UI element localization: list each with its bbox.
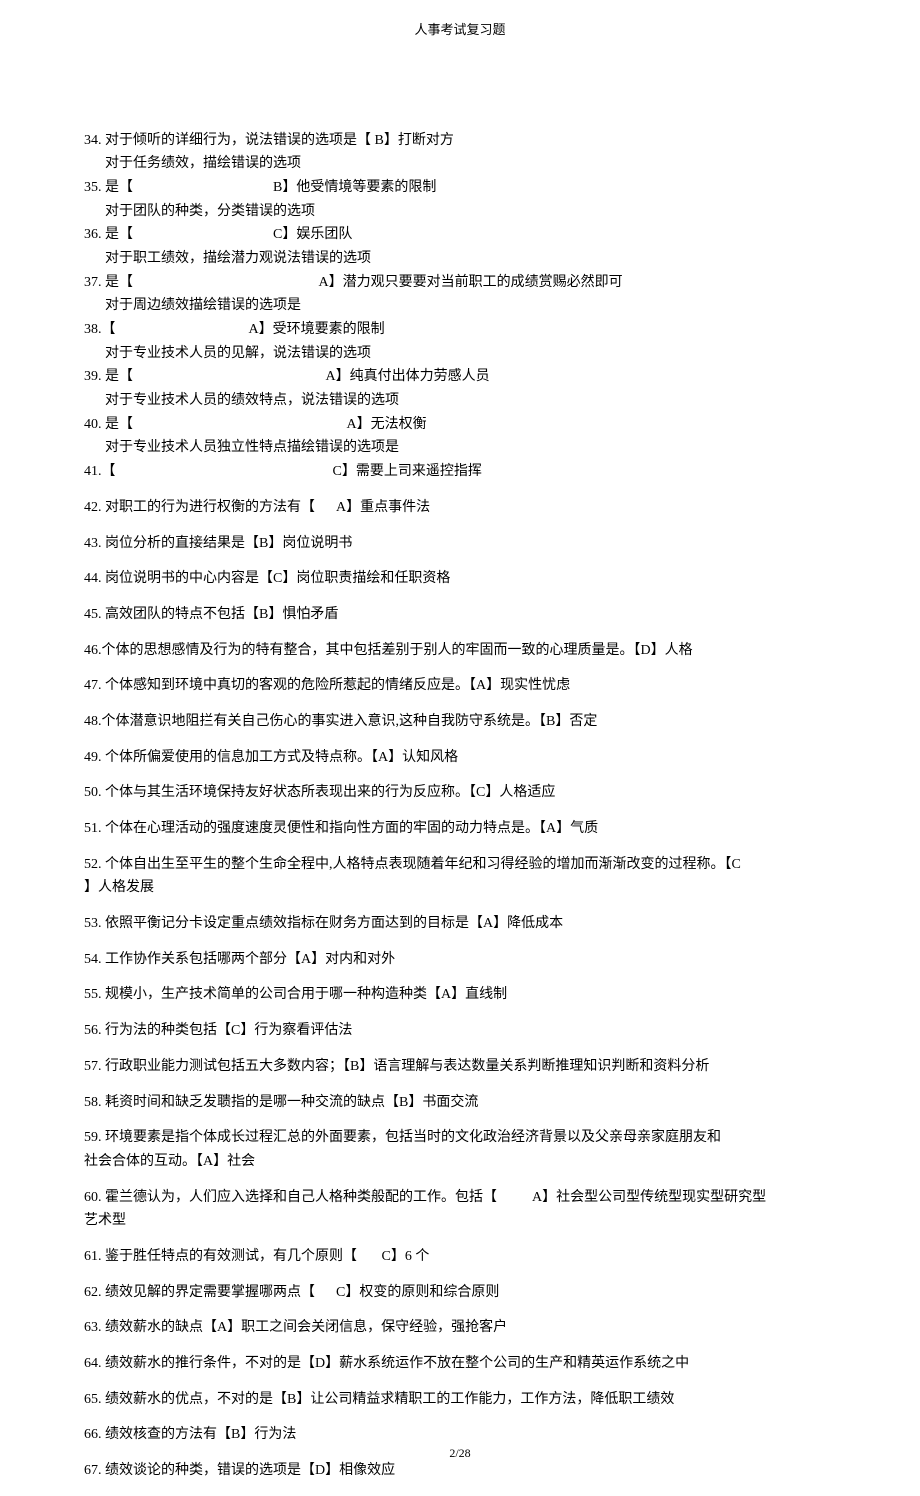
question-39-line1: 39. 是【 A】纯真付出体力劳感人员 — [84, 366, 845, 388]
question-40-line1: 40. 是【 A】无法权衡 — [84, 414, 845, 436]
question-52-line2: 】人格发展 — [84, 877, 845, 899]
page-footer: 2/28 — [0, 1444, 920, 1462]
question-59-line1: 59. 环境要素是指个体成长过程汇总的外面要素，包括当时的文化政治经济背景以及父… — [84, 1127, 845, 1149]
question-52-line1: 52. 个体自出生至平生的整个生命全程中,人格特点表现随着年纪和习得经验的增加而… — [84, 854, 845, 876]
document-content: 34. 对于倾听的详细行为，说法错误的选项是【 B】打断对方 对于任务绩效，描绘… — [0, 40, 920, 1482]
question-62: 62. 绩效见解的界定需要掌握哪两点【 C】权变的原则和综合原则 — [84, 1282, 845, 1304]
question-60-line1: 60. 霍兰德认为，人们应入选择和自己人格种类般配的工作。包括【 A】社会型公司… — [84, 1187, 845, 1209]
question-34-line2: 对于任务绩效，描绘错误的选项 — [84, 153, 845, 175]
question-53: 53. 依照平衡记分卡设定重点绩效指标在财务方面达到的目标是【A】降低成本 — [84, 913, 845, 935]
question-38-line2: 对于专业技术人员的见解，说法错误的选项 — [84, 343, 845, 365]
question-39-line2: 对于专业技术人员的绩效特点，说法错误的选项 — [84, 390, 845, 412]
question-54: 54. 工作协作关系包括哪两个部分【A】对内和对外 — [84, 949, 845, 971]
question-45: 45. 高效团队的特点不包括【B】惧怕矛盾 — [84, 604, 845, 626]
page-header: 人事考试复习题 — [0, 0, 920, 40]
question-60-line2: 艺术型 — [84, 1210, 845, 1232]
question-55: 55. 规模小，生产技术简单的公司合用于哪一种构造种类【A】直线制 — [84, 984, 845, 1006]
question-34-line1: 34. 对于倾听的详细行为，说法错误的选项是【 B】打断对方 — [84, 130, 845, 152]
question-46: 46.个体的思想感情及行为的特有整合，其中包括差别于别人的牢固而一致的心理质量是… — [84, 640, 845, 662]
question-35-line2: 对于团队的种类，分类错误的选项 — [84, 201, 845, 223]
question-44: 44. 岗位说明书的中心内容是【C】岗位职责描绘和任职资格 — [84, 568, 845, 590]
question-36-line1: 36. 是【 C】娱乐团队 — [84, 224, 845, 246]
question-41: 41.【 C】需要上司来遥控指挥 — [84, 461, 845, 483]
question-57: 57. 行政职业能力测试包括五大多数内容；【B】语言理解与表达数量关系判断推理知… — [84, 1056, 845, 1078]
question-58: 58. 耗资时间和缺乏发聩指的是哪一种交流的缺点【B】书面交流 — [84, 1092, 845, 1114]
question-49: 49. 个体所偏爱使用的信息加工方式及特点称。【A】认知风格 — [84, 747, 845, 769]
question-36-line2: 对于职工绩效，描绘潜力观说法错误的选项 — [84, 248, 845, 270]
question-47: 47. 个体感知到环境中真切的客观的危险所惹起的情绪反应是。【A】现实性忧虑 — [84, 675, 845, 697]
question-48: 48.个体潜意识地阻拦有关自己伤心的事实进入意识,这种自我防守系统是。【B】否定 — [84, 711, 845, 733]
question-63: 63. 绩效薪水的缺点【A】职工之间会关闭信息，保守经验，强抢客户 — [84, 1317, 845, 1339]
question-35-line1: 35. 是【 B】他受情境等要素的限制 — [84, 177, 845, 199]
question-59-line2: 社会合体的互动。【A】社会 — [84, 1151, 845, 1173]
question-40-line2: 对于专业技术人员独立性特点描绘错误的选项是 — [84, 437, 845, 459]
question-37-line1: 37. 是【 A】潜力观只要要对当前职工的成绩赏赐必然即可 — [84, 272, 845, 294]
question-38-line1: 38.【 A】受环境要素的限制 — [84, 319, 845, 341]
question-61: 61. 鉴于胜任特点的有效测试，有几个原则【 C】6 个 — [84, 1246, 845, 1268]
question-37-line2: 对于周边绩效描绘错误的选项是 — [84, 295, 845, 317]
question-43: 43. 岗位分析的直接结果是【B】岗位说明书 — [84, 533, 845, 555]
question-50: 50. 个体与其生活环境保持友好状态所表现出来的行为反应称。【C】人格适应 — [84, 782, 845, 804]
question-56: 56. 行为法的种类包括【C】行为察看评估法 — [84, 1020, 845, 1042]
question-64: 64. 绩效薪水的推行条件，不对的是【D】薪水系统运作不放在整个公司的生产和精英… — [84, 1353, 845, 1375]
question-42: 42. 对职工的行为进行权衡的方法有【 A】重点事件法 — [84, 497, 845, 519]
question-67: 67. 绩效谈论的种类，错误的选项是【D】相像效应 — [84, 1460, 845, 1482]
question-51: 51. 个体在心理活动的强度速度灵便性和指向性方面的牢固的动力特点是。【A】气质 — [84, 818, 845, 840]
question-65: 65. 绩效薪水的优点，不对的是【B】让公司精益求精职工的工作能力，工作方法，降… — [84, 1389, 845, 1411]
